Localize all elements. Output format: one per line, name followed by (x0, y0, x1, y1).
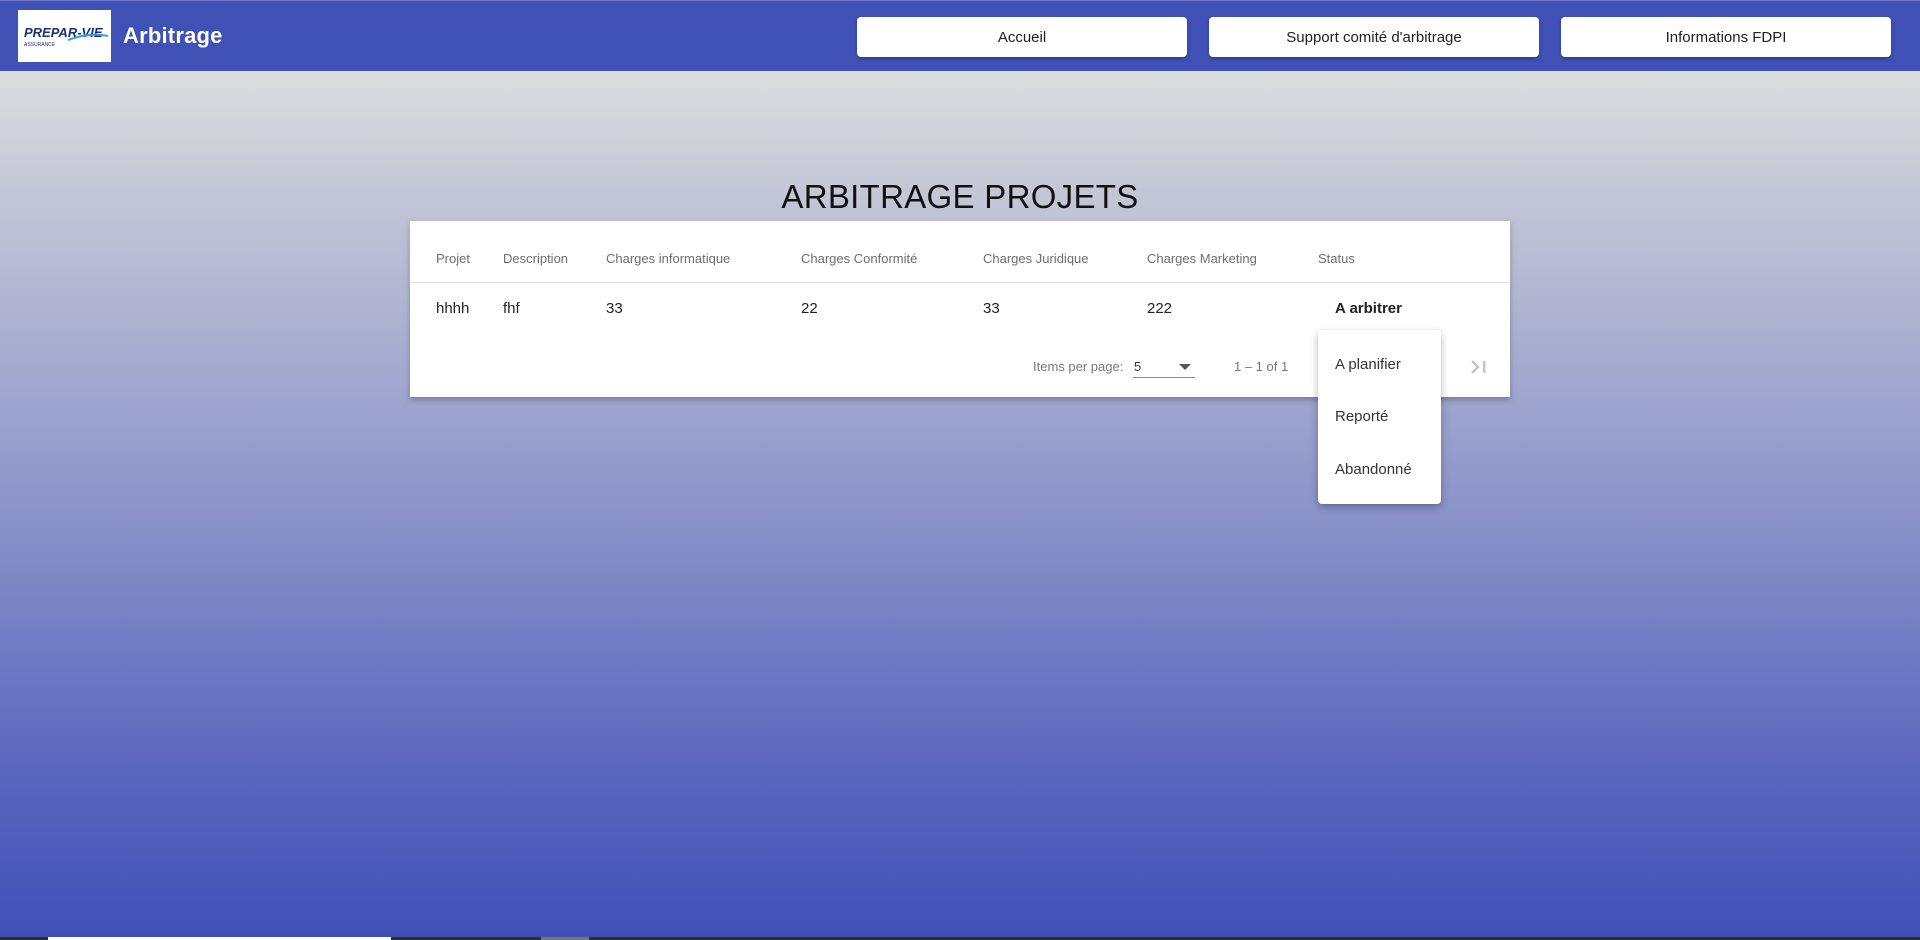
column-header-charges-informatique[interactable]: Charges informatique (606, 251, 730, 266)
nav-support-comite-button[interactable]: Support comité d'arbitrage (1209, 17, 1539, 57)
column-header-charges-marketing[interactable]: Charges Marketing (1147, 251, 1257, 266)
column-header-description[interactable]: Description (503, 251, 568, 266)
column-header-projet[interactable]: Projet (436, 251, 470, 266)
page-size-value: 5 (1134, 359, 1142, 374)
status-options-menu: A planifier Reporté Abandonné (1318, 330, 1441, 504)
status-option-abandonne[interactable]: Abandonné (1335, 461, 1412, 478)
status-option-a-planifier[interactable]: A planifier (1335, 356, 1401, 373)
column-header-charges-conformite[interactable]: Charges Conformité (801, 251, 917, 266)
svg-text:ASSURANCE: ASSURANCE (24, 42, 56, 48)
nav-informations-fdpi-button[interactable]: Informations FDPI (1561, 17, 1891, 57)
cell-charges-informatique: 33 (606, 300, 623, 317)
status-select[interactable]: A arbitrer (1335, 300, 1402, 317)
status-option-reporte[interactable]: Reporté (1335, 408, 1388, 425)
cell-description: fhf (503, 300, 520, 317)
company-logo: PREPAR-VIE ASSURANCE (18, 10, 111, 62)
page-title: ARBITRAGE PROJETS (781, 178, 1139, 215)
page-size-select[interactable]: 5 (1133, 355, 1195, 378)
cell-projet: hhhh (436, 300, 470, 317)
paginator-range-label: 1 – 1 of 1 (1234, 359, 1289, 374)
last-page-icon[interactable] (1468, 356, 1490, 378)
column-header-charges-juridique[interactable]: Charges Juridique (983, 251, 1089, 266)
column-header-status[interactable]: Status (1318, 251, 1355, 266)
cell-charges-conformite: 22 (801, 300, 818, 317)
cell-charges-marketing: 222 (1147, 300, 1173, 317)
items-per-page-label: Items per page: (1033, 359, 1124, 374)
app-title: Arbitrage (123, 23, 223, 48)
svg-text:PREPAR-VIE: PREPAR-VIE (24, 25, 103, 40)
header-divider (410, 282, 1510, 283)
dropdown-caret-icon (1179, 364, 1191, 370)
nav-accueil-button[interactable]: Accueil (857, 17, 1187, 57)
top-toolbar: PREPAR-VIE ASSURANCE Arbitrage Accueil S… (0, 0, 1920, 71)
cell-charges-juridique: 33 (983, 300, 1000, 317)
